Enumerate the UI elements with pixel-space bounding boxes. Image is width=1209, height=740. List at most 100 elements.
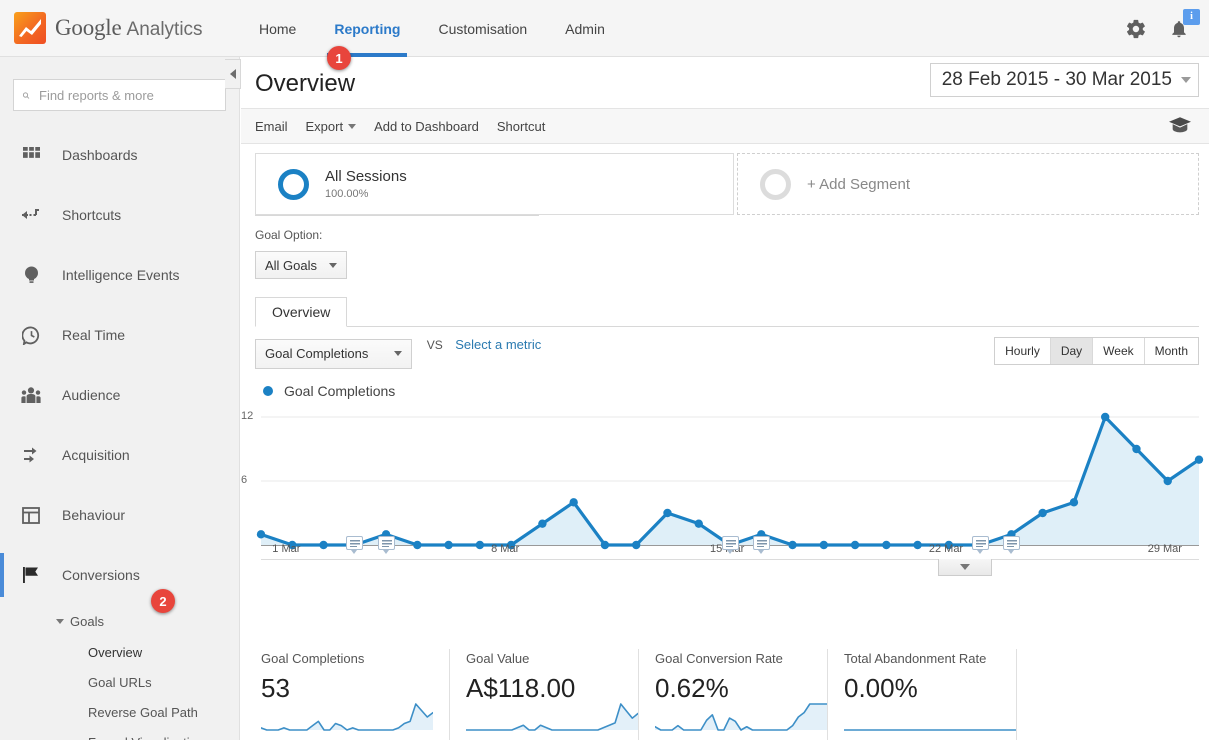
- search-input[interactable]: [37, 86, 217, 104]
- sidebar-nav-list: Dashboards Shortcuts Intelligence Events…: [0, 125, 239, 740]
- tab-strip: Overview: [255, 297, 1199, 327]
- sidebar-item-shortcuts[interactable]: Shortcuts: [0, 185, 239, 245]
- legend-series-label: Goal Completions: [284, 383, 396, 399]
- chart-controls: Goal Completions VS Select a metric Hour…: [255, 337, 1199, 369]
- top-nav: Home Reporting Customisation Admin: [240, 0, 624, 57]
- sidebar-item-label: Shortcuts: [62, 207, 122, 223]
- granularity-month[interactable]: Month: [1144, 338, 1198, 364]
- annotation-icon[interactable]: [346, 536, 364, 554]
- annotation-icon[interactable]: [721, 536, 739, 554]
- chevron-down-icon: [960, 564, 970, 570]
- segment-ring-icon: [278, 168, 309, 200]
- brand-logo[interactable]: Google Analytics: [14, 12, 203, 44]
- sidebar-item-label: Acquisition: [62, 447, 130, 463]
- sidebar-subitem-reverse-goal-path[interactable]: Reverse Goal Path: [0, 697, 239, 727]
- sidebar-subitem-overview[interactable]: Overview: [0, 637, 239, 667]
- date-range-picker[interactable]: 28 Feb 2015 - 30 Mar 2015: [929, 63, 1199, 97]
- metric-card-label: Goal Completions: [261, 651, 365, 666]
- sidebar-item-real-time[interactable]: Real Time: [0, 305, 239, 365]
- sidebar-sub-list: Goals Overview Goal URLs Reverse Goal Pa…: [0, 605, 239, 740]
- granularity-hourly[interactable]: Hourly: [995, 338, 1051, 364]
- gear-icon[interactable]: [1125, 18, 1147, 40]
- metric-card-sparkline: [261, 703, 433, 731]
- page-title: Overview: [255, 70, 356, 97]
- step-badge-2: 2: [151, 589, 175, 613]
- sidebar-item-behaviour[interactable]: Behaviour: [0, 485, 239, 545]
- add-to-dashboard-button[interactable]: Add to Dashboard: [374, 119, 479, 134]
- chevron-down-icon: [394, 351, 403, 356]
- topnav-item-admin[interactable]: Admin: [546, 0, 624, 57]
- chart-x-tick: 1 Mar: [272, 543, 301, 555]
- add-segment-label: + Add Segment: [807, 175, 910, 193]
- people-icon: [18, 386, 44, 404]
- sidebar-item-intelligence-events[interactable]: Intelligence Events: [0, 245, 239, 305]
- sidebar-subitem-funnel-visualisation[interactable]: Funnel Visualisation: [0, 727, 239, 740]
- annotation-icon[interactable]: [752, 536, 770, 554]
- sidebar-item-dashboards[interactable]: Dashboards: [0, 125, 239, 185]
- action-bar: Email Export Add to Dashboard Shortcut: [241, 109, 1209, 144]
- tab-overview[interactable]: Overview: [255, 297, 348, 327]
- primary-metric-value: Goal Completions: [265, 346, 369, 361]
- metric-card-goal-conversion-rate[interactable]: Goal Conversion Rate 0.62%: [639, 649, 828, 740]
- sidebar-item-label: Real Time: [62, 327, 126, 343]
- chart-legend: Goal Completions: [263, 383, 1209, 399]
- annotation-icon[interactable]: [1002, 536, 1020, 554]
- shortcut-button[interactable]: Shortcut: [497, 119, 545, 134]
- notifications-bell-icon[interactable]: i: [1169, 8, 1200, 40]
- granularity-toggle-group: Hourly Day Week Month: [994, 337, 1199, 365]
- goal-option-label: Goal Option:: [255, 228, 323, 242]
- goal-completions-chart[interactable]: 612 1 Mar8 Mar15 Mar22 Mar29 Mar: [241, 407, 1209, 576]
- export-button[interactable]: Export: [306, 119, 357, 134]
- notifications-badge: i: [1183, 8, 1200, 25]
- goal-option-section: Goal Option: All Goals: [255, 215, 539, 279]
- granularity-day[interactable]: Day: [1050, 338, 1094, 364]
- topnav-item-home[interactable]: Home: [240, 0, 315, 57]
- add-segment-button[interactable]: + Add Segment: [737, 153, 1199, 215]
- chevron-down-icon: [348, 123, 357, 129]
- metric-card-label: Goal Value: [466, 651, 530, 666]
- graduation-cap-icon[interactable]: [1169, 117, 1191, 138]
- analytics-logo-icon: [14, 12, 46, 44]
- metric-cards-row: Goal Completions 53 Goal Value A$118.00 …: [261, 649, 1017, 740]
- metric-card-goal-completions[interactable]: Goal Completions 53: [261, 649, 450, 740]
- brand-analytics: Analytics: [126, 19, 203, 40]
- sidebar-collapse-button[interactable]: [225, 59, 241, 89]
- search-reports-box[interactable]: [13, 79, 226, 111]
- sidebar-item-label: Behaviour: [62, 507, 126, 523]
- chart-y-tick: 12: [241, 410, 254, 422]
- chart-range-slider-handle[interactable]: [938, 559, 992, 576]
- metric-card-sparkline: [844, 729, 1016, 731]
- vs-label: VS: [426, 338, 443, 352]
- segment-row: All Sessions 100.00% + Add Segment: [255, 153, 1199, 215]
- clock-icon: [18, 326, 44, 345]
- segment-text: All Sessions 100.00%: [325, 168, 407, 200]
- metric-card-total-abandonment-rate[interactable]: Total Abandonment Rate 0.00%: [828, 649, 1017, 740]
- grid-icon: [18, 146, 44, 164]
- sidebar-subheader-goals[interactable]: Goals: [0, 605, 239, 637]
- metric-card-goal-value[interactable]: Goal Value A$118.00: [450, 649, 639, 740]
- granularity-week[interactable]: Week: [1093, 338, 1145, 364]
- add-segment-ring-icon: [760, 168, 791, 200]
- segment-all-sessions[interactable]: All Sessions 100.00%: [255, 153, 734, 215]
- sidebar-subitem-goal-urls[interactable]: Goal URLs: [0, 667, 239, 697]
- metric-card-sparkline: [655, 703, 827, 731]
- metric-card-sparkline: [466, 703, 638, 731]
- segment-name: All Sessions: [325, 168, 407, 185]
- topnav-item-customisation[interactable]: Customisation: [419, 0, 546, 57]
- chevron-down-icon: [1181, 77, 1191, 83]
- lightbulb-icon: [18, 266, 44, 285]
- primary-metric-select[interactable]: Goal Completions: [255, 338, 413, 369]
- goal-option-select[interactable]: All Goals: [255, 251, 348, 279]
- segment-percent: 100.00%: [325, 188, 369, 200]
- metric-card-label: Goal Conversion Rate: [655, 651, 783, 666]
- top-bar: Google Analytics Home Reporting Customisa…: [0, 0, 1209, 57]
- email-button[interactable]: Email: [255, 119, 288, 134]
- arrows-right-icon: [18, 446, 44, 464]
- select-a-metric-link[interactable]: Select a metric: [455, 337, 541, 352]
- annotation-icon[interactable]: [377, 536, 395, 554]
- flag-icon: [18, 566, 44, 584]
- sidebar-item-audience[interactable]: Audience: [0, 365, 239, 425]
- sidebar-item-acquisition[interactable]: Acquisition: [0, 425, 239, 485]
- annotation-icon[interactable]: [971, 536, 989, 554]
- sidebar-item-conversions[interactable]: Conversions: [0, 545, 239, 605]
